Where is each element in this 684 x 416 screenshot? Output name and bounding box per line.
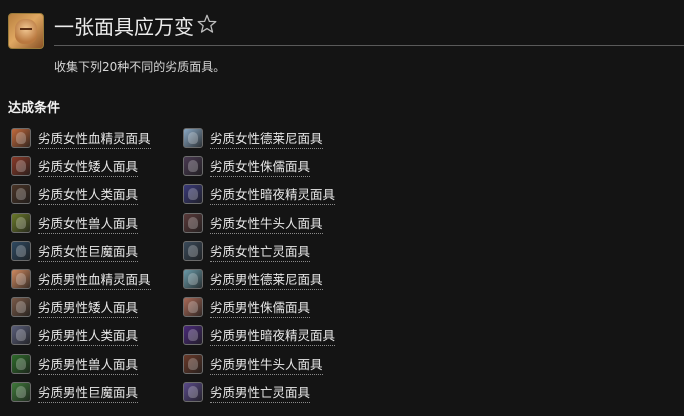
criteria-column-left: 劣质女性血精灵面具 劣质女性矮人面具 劣质女性人类面具 劣质女性兽人面具 劣质女… — [11, 128, 151, 410]
criteria-item[interactable]: 劣质女性暗夜精灵面具 — [183, 184, 336, 212]
draenei-female-mask-icon — [183, 128, 203, 148]
criteria-item[interactable]: 劣质男性牛头人面具 — [183, 353, 335, 382]
criteria-item-label[interactable]: 劣质男性暗夜精灵面具 — [210, 327, 336, 347]
criteria-item[interactable]: 劣质女性亡灵面具 — [183, 240, 335, 269]
tauren-female-mask-icon — [183, 212, 203, 233]
criteria-item-label[interactable]: 劣质男性侏儒面具 — [210, 299, 311, 319]
troll-male-mask-icon — [11, 381, 31, 402]
blood-elf-female-mask-icon — [11, 128, 31, 148]
undead-male-mask-icon — [183, 381, 203, 402]
criteria-item-label[interactable]: 劣质女性德莱尼面具 — [210, 130, 323, 149]
criteria-item[interactable]: 劣质男性暗夜精灵面具 — [183, 325, 336, 353]
criteria-item[interactable]: 劣质女性血精灵面具 — [11, 128, 151, 156]
criteria-column-right: 劣质女性德莱尼面具 劣质女性侏儒面具 劣质女性暗夜精灵面具 劣质女性牛头人面具 … — [183, 128, 336, 410]
criteria-item-label[interactable]: 劣质男性兽人面具 — [38, 356, 139, 375]
criteria-item[interactable]: 劣质男性血精灵面具 — [11, 268, 151, 297]
criteria-item[interactable]: 劣质女性人类面具 — [11, 184, 151, 212]
orc-female-mask-icon — [11, 212, 31, 233]
criteria-item[interactable]: 劣质女性兽人面具 — [11, 212, 151, 241]
criteria-item-label[interactable]: 劣质女性巨魔面具 — [38, 243, 139, 262]
criteria-item[interactable]: 劣质男性人类面具 — [11, 325, 151, 353]
dwarf-female-mask-icon — [11, 156, 31, 177]
criteria-item-label[interactable]: 劣质女性血精灵面具 — [38, 130, 151, 149]
achievement-title: 一张面具应万变 — [54, 15, 194, 39]
human-female-mask-icon — [11, 184, 31, 205]
criteria-item-label[interactable]: 劣质女性暗夜精灵面具 — [210, 186, 336, 206]
criteria-item[interactable]: 劣质男性巨魔面具 — [11, 381, 151, 410]
star-icon[interactable] — [196, 13, 218, 35]
tauren-male-mask-icon — [183, 353, 203, 374]
criteria-item-label[interactable]: 劣质女性兽人面具 — [38, 215, 139, 234]
criteria-item-label[interactable]: 劣质男性牛头人面具 — [210, 356, 323, 375]
criteria-item[interactable]: 劣质女性德莱尼面具 — [183, 128, 335, 156]
draenei-male-mask-icon — [183, 268, 203, 289]
criteria-item[interactable]: 劣质女性牛头人面具 — [183, 212, 335, 241]
criteria-item-label[interactable]: 劣质女性矮人面具 — [38, 158, 139, 178]
achievement-mask-icon — [8, 13, 44, 49]
criteria-item-label[interactable]: 劣质女性亡灵面具 — [210, 243, 311, 262]
criteria-item-label[interactable]: 劣质男性矮人面具 — [38, 299, 139, 319]
criteria-item[interactable]: 劣质女性矮人面具 — [11, 156, 151, 184]
dwarf-male-mask-icon — [11, 297, 31, 318]
night-elf-male-mask-icon — [183, 325, 203, 346]
gnome-female-mask-icon — [183, 156, 203, 177]
gnome-male-mask-icon — [183, 297, 203, 318]
title-divider — [54, 45, 684, 46]
criteria-item-label[interactable]: 劣质女性牛头人面具 — [210, 215, 323, 234]
blood-elf-male-mask-icon — [11, 268, 31, 289]
achievement-header: 一张面具应万变 — [8, 13, 684, 57]
criteria-item[interactable]: 劣质女性巨魔面具 — [11, 240, 151, 269]
criteria-item-label[interactable]: 劣质女性侏儒面具 — [210, 158, 311, 178]
human-male-mask-icon — [11, 325, 31, 346]
criteria-item-label[interactable]: 劣质男性人类面具 — [38, 327, 139, 347]
criteria-item[interactable]: 劣质男性德莱尼面具 — [183, 268, 335, 297]
criteria-item-label[interactable]: 劣质女性人类面具 — [38, 186, 139, 206]
criteria-item-label[interactable]: 劣质男性血精灵面具 — [38, 271, 151, 290]
criteria-heading: 达成条件 — [8, 101, 61, 116]
troll-female-mask-icon — [11, 240, 31, 261]
criteria-item[interactable]: 劣质男性兽人面具 — [11, 353, 151, 382]
night-elf-female-mask-icon — [183, 184, 203, 205]
criteria-item-label[interactable]: 劣质男性亡灵面具 — [210, 384, 311, 403]
criteria-item-label[interactable]: 劣质男性德莱尼面具 — [210, 271, 323, 290]
criteria-item[interactable]: 劣质男性侏儒面具 — [183, 297, 335, 325]
achievement-description: 收集下列20种不同的劣质面具。 — [54, 60, 226, 74]
criteria-item[interactable]: 劣质男性矮人面具 — [11, 297, 151, 325]
criteria-item[interactable]: 劣质女性侏儒面具 — [183, 156, 335, 184]
criteria-item[interactable]: 劣质男性亡灵面具 — [183, 381, 335, 410]
orc-male-mask-icon — [11, 353, 31, 374]
undead-female-mask-icon — [183, 240, 203, 261]
criteria-item-label[interactable]: 劣质男性巨魔面具 — [38, 384, 139, 403]
